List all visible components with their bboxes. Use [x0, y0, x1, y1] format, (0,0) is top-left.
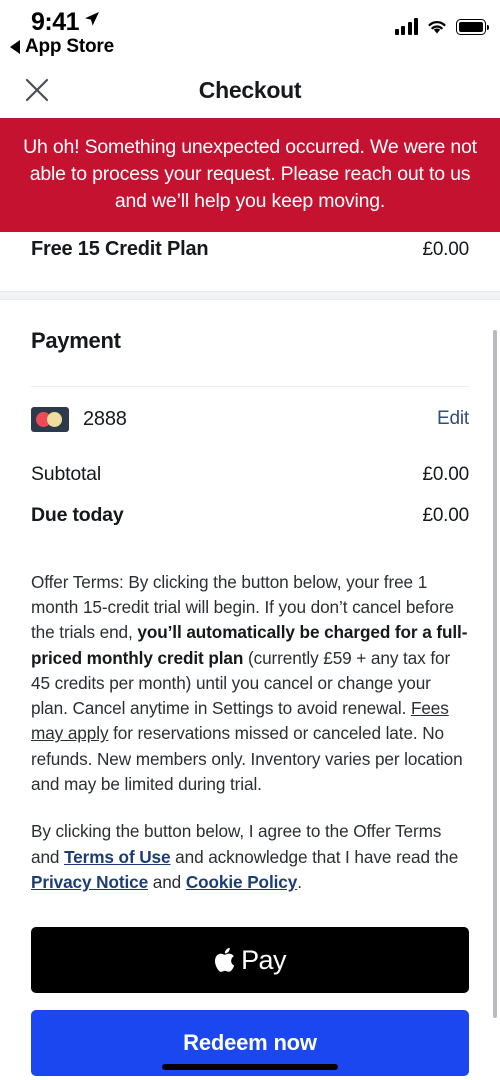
home-indicator — [162, 1064, 338, 1070]
back-to-app-store-link[interactable]: App Store — [10, 36, 114, 58]
cookie-policy-link[interactable]: Cookie Policy — [186, 872, 298, 892]
status-time: 9:41 — [31, 8, 80, 36]
page-header: Checkout — [0, 62, 500, 118]
table-row: Due today £0.00 — [31, 499, 469, 532]
checkout-screen: 9:41 App Store Checkout Uh oh! Something… — [0, 0, 500, 1080]
plan-summary-row: Free 15 Credit Plan £0.00 — [0, 231, 500, 291]
apple-logo-icon — [215, 947, 235, 972]
payment-section: Payment 2888 Edit Subtotal £0.00 Due tod… — [0, 300, 500, 532]
cellular-signal-icon — [394, 18, 418, 35]
page-title: Checkout — [198, 76, 302, 103]
action-buttons: Pay Redeem now — [0, 895, 500, 1077]
due-today-value: £0.00 — [422, 504, 469, 526]
offer-terms-paragraph: Offer Terms: By clicking the button belo… — [31, 570, 469, 798]
location-arrow-icon — [85, 12, 99, 26]
plan-name: Free 15 Credit Plan — [31, 237, 209, 260]
card-last-four: 2888 — [83, 407, 127, 430]
terms-of-use-link[interactable]: Terms of Use — [64, 847, 171, 867]
consent-paragraph: By clicking the button below, I agree to… — [31, 819, 469, 895]
subtotal-value: £0.00 — [422, 463, 469, 485]
payment-section-title: Payment — [31, 327, 121, 353]
table-row: Subtotal £0.00 — [31, 458, 469, 491]
vertical-scrollbar[interactable] — [493, 330, 497, 1018]
due-today-label: Due today — [31, 503, 124, 526]
payment-method-info: 2888 — [31, 406, 127, 432]
status-indicators — [394, 18, 489, 35]
payment-method-row[interactable]: 2888 Edit — [31, 387, 469, 454]
privacy-notice-link[interactable]: Privacy Notice — [31, 872, 148, 892]
consent-part-3: and — [148, 871, 186, 892]
subtotal-label: Subtotal — [31, 462, 101, 485]
terms-text-block: Offer Terms: By clicking the button belo… — [0, 532, 500, 895]
consent-part-2: and acknowledge that I have read the — [170, 846, 459, 867]
edit-payment-link[interactable]: Edit — [437, 408, 469, 430]
mastercard-icon — [31, 406, 69, 432]
close-x-icon[interactable] — [24, 77, 50, 103]
apple-pay-label: Pay — [241, 944, 286, 975]
back-triangle-icon — [10, 40, 20, 54]
plan-price: £0.00 — [422, 238, 469, 260]
battery-full-icon — [456, 19, 489, 35]
consent-part-4: . — [297, 871, 302, 892]
apple-pay-button[interactable]: Pay — [31, 927, 469, 994]
section-divider — [0, 290, 500, 300]
wifi-icon — [428, 20, 446, 34]
status-bar: 9:41 App Store — [0, 0, 500, 62]
back-label: App Store — [25, 36, 114, 57]
error-banner: Uh oh! Something unexpected occurred. We… — [0, 118, 500, 232]
